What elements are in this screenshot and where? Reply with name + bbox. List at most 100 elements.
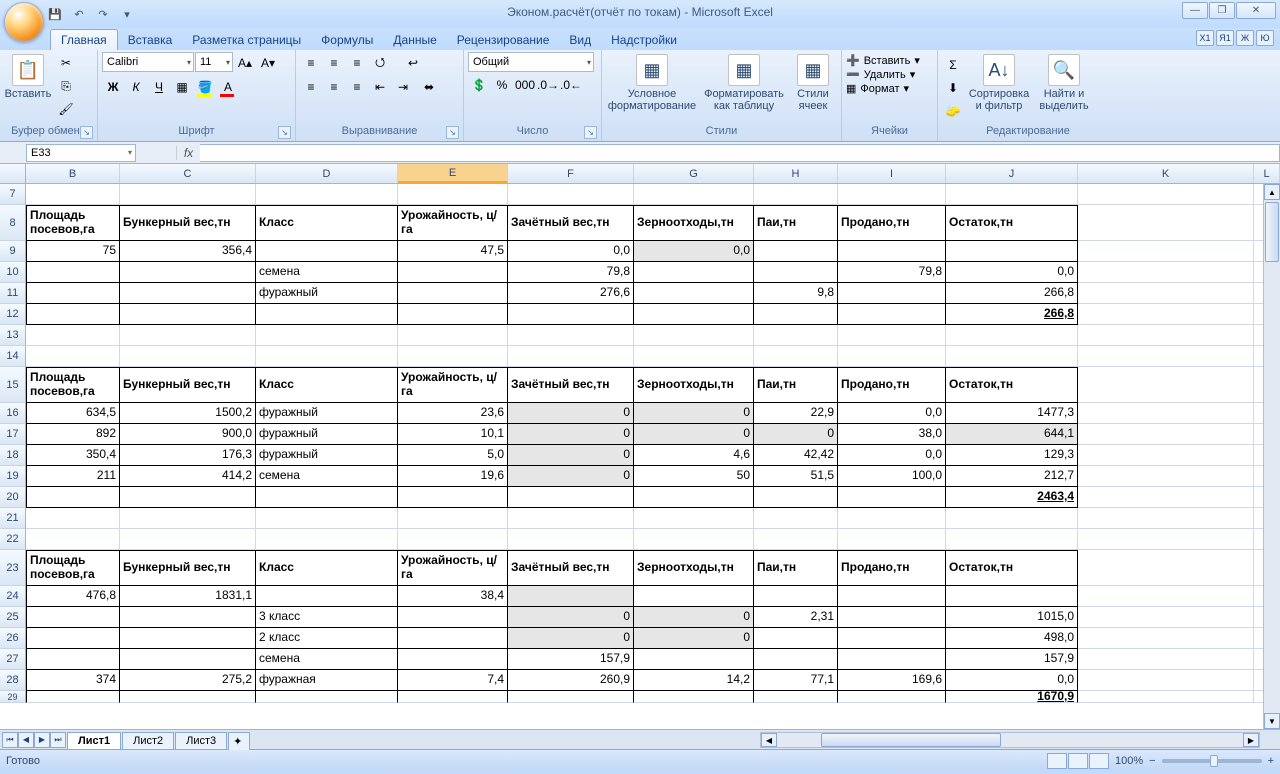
cell[interactable] — [1078, 283, 1254, 304]
row-header[interactable]: 28 — [0, 670, 26, 691]
tab-home[interactable]: Главная — [50, 29, 118, 50]
cell[interactable]: Зачётный вес,тн — [508, 550, 634, 586]
scroll-left-icon[interactable]: ◀ — [761, 733, 777, 747]
cell[interactable]: 0 — [508, 403, 634, 424]
cell[interactable]: 0,0 — [838, 403, 946, 424]
scroll-up-icon[interactable]: ▲ — [1264, 184, 1280, 200]
alignment-dialog-launcher[interactable]: ↘ — [446, 126, 459, 139]
insert-cells-button[interactable]: ➕Вставить ▾ — [846, 54, 920, 67]
cell[interactable] — [946, 241, 1078, 262]
cell[interactable] — [508, 325, 634, 346]
cell[interactable]: фуражный — [256, 445, 398, 466]
cell[interactable] — [754, 508, 838, 529]
cell[interactable] — [1078, 508, 1254, 529]
cell[interactable]: Площадь посевов,га — [26, 367, 120, 403]
cell[interactable]: 275,2 — [120, 670, 256, 691]
cell[interactable]: Продано,тн — [838, 205, 946, 241]
cell[interactable]: Урожайность, ц/га — [398, 550, 508, 586]
cell[interactable]: семена — [256, 262, 398, 283]
cell[interactable]: 276,6 — [508, 283, 634, 304]
border-button[interactable]: ▦ — [171, 76, 193, 98]
cell[interactable] — [508, 346, 634, 367]
cell[interactable] — [634, 262, 754, 283]
increase-indent-icon[interactable]: ⇥ — [392, 76, 414, 98]
cell[interactable] — [1078, 205, 1254, 241]
align-top-icon[interactable]: ≡ — [300, 52, 322, 74]
decrease-indent-icon[interactable]: ⇤ — [369, 76, 391, 98]
cell[interactable] — [754, 487, 838, 508]
cell-styles-button[interactable]: ▦ Стили ячеек — [790, 52, 836, 112]
cell[interactable]: 77,1 — [754, 670, 838, 691]
help-badge-zh[interactable]: Ж — [1236, 30, 1254, 46]
cell[interactable] — [946, 586, 1078, 607]
cell[interactable]: Бункерный вес,тн — [120, 550, 256, 586]
orientation-icon[interactable]: ⭯ — [369, 52, 391, 74]
fill-icon[interactable]: ⬇ — [942, 77, 964, 99]
tab-view[interactable]: Вид — [559, 30, 601, 50]
cell[interactable] — [256, 346, 398, 367]
cell[interactable]: 169,6 — [838, 670, 946, 691]
autosum-icon[interactable]: Σ — [942, 54, 964, 76]
cell[interactable] — [1078, 367, 1254, 403]
cell[interactable] — [634, 586, 754, 607]
cell[interactable]: 356,4 — [120, 241, 256, 262]
cell[interactable] — [26, 508, 120, 529]
cell[interactable]: 157,9 — [946, 649, 1078, 670]
row-header[interactable]: 11 — [0, 283, 26, 304]
cell[interactable] — [26, 283, 120, 304]
cell[interactable]: 10,1 — [398, 424, 508, 445]
format-cells-button[interactable]: ▦Формат ▾ — [846, 82, 909, 95]
cell[interactable]: Паи,тн — [754, 367, 838, 403]
name-box[interactable]: E33 — [26, 144, 136, 162]
tab-review[interactable]: Рецензирование — [447, 30, 560, 50]
cell[interactable]: фуражный — [256, 424, 398, 445]
cell[interactable] — [838, 346, 946, 367]
font-dialog-launcher[interactable]: ↘ — [278, 126, 291, 139]
cell[interactable] — [256, 586, 398, 607]
merge-center-icon[interactable]: ⬌ — [415, 76, 443, 98]
row-header[interactable]: 18 — [0, 445, 26, 466]
row-header[interactable]: 14 — [0, 346, 26, 367]
cell[interactable]: фуражная — [256, 670, 398, 691]
cell[interactable] — [754, 184, 838, 205]
cell[interactable]: 0,0 — [946, 262, 1078, 283]
cell[interactable]: Остаток,тн — [946, 550, 1078, 586]
cell[interactable] — [120, 649, 256, 670]
cell[interactable] — [946, 346, 1078, 367]
cell[interactable] — [26, 262, 120, 283]
cell[interactable]: 38,0 — [838, 424, 946, 445]
office-button[interactable] — [4, 2, 44, 42]
cell[interactable]: 50 — [634, 466, 754, 487]
cell[interactable] — [754, 262, 838, 283]
cell[interactable] — [398, 691, 508, 703]
comma-icon[interactable]: 000 — [514, 74, 536, 96]
zoom-in-icon[interactable]: + — [1268, 755, 1274, 767]
cell[interactable]: 260,9 — [508, 670, 634, 691]
cell[interactable]: Зерноотходы,тн — [634, 205, 754, 241]
row-header[interactable]: 22 — [0, 529, 26, 550]
cell[interactable] — [26, 691, 120, 703]
cell[interactable]: 498,0 — [946, 628, 1078, 649]
cell[interactable] — [398, 325, 508, 346]
vertical-scrollbar[interactable]: ▲ ▼ — [1263, 184, 1280, 729]
cell[interactable] — [754, 325, 838, 346]
cell[interactable]: 0,0 — [838, 445, 946, 466]
cell[interactable] — [120, 691, 256, 703]
cell[interactable] — [256, 487, 398, 508]
cell[interactable]: Класс — [256, 205, 398, 241]
cell[interactable]: 350,4 — [26, 445, 120, 466]
sheet-nav-next-icon[interactable]: ▶ — [34, 732, 50, 748]
cell[interactable]: 2 класс — [256, 628, 398, 649]
cell[interactable] — [26, 346, 120, 367]
cell[interactable] — [838, 508, 946, 529]
cell[interactable]: семена — [256, 649, 398, 670]
cell[interactable] — [1078, 424, 1254, 445]
row-header[interactable]: 29 — [0, 691, 26, 703]
cell[interactable]: 0 — [508, 445, 634, 466]
qat-undo-icon[interactable]: ↶ — [68, 3, 90, 25]
cell[interactable]: 892 — [26, 424, 120, 445]
sheet-tab-new[interactable]: ✦ — [228, 732, 250, 750]
col-header-E[interactable]: E — [398, 164, 508, 183]
cell[interactable] — [1078, 670, 1254, 691]
col-header-D[interactable]: D — [256, 164, 398, 183]
